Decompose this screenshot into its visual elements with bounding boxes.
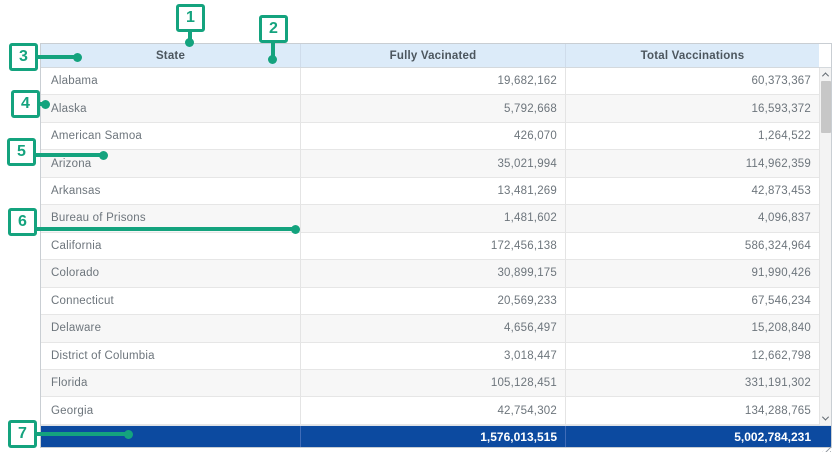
header-scrollbar-spacer bbox=[819, 44, 831, 67]
scrollbar-thumb[interactable] bbox=[821, 81, 831, 133]
state-cell: American Samoa bbox=[41, 123, 301, 150]
fully-vaccinated-cell: 42,754,302 bbox=[301, 397, 566, 424]
table-row[interactable]: Arkansas 13,481,269 42,873,453 bbox=[41, 178, 819, 205]
table-row[interactable]: Connecticut 20,569,233 67,546,234 bbox=[41, 288, 819, 315]
table-body-wrap: Alabama 19,682,162 60,373,367 Alaska 5,7… bbox=[41, 68, 831, 425]
chevron-down-icon bbox=[822, 414, 829, 421]
total-vaccinations-cell: 91,990,426 bbox=[566, 260, 819, 287]
fully-vaccinated-cell: 1,481,602 bbox=[301, 205, 566, 232]
state-cell: Alabama bbox=[41, 68, 301, 95]
column-header-total-vaccinations[interactable]: Total Vaccinations bbox=[566, 44, 819, 67]
table-row[interactable]: Georgia 42,754,302 134,288,765 bbox=[41, 397, 819, 424]
total-vaccinations-cell: 114,962,359 bbox=[566, 150, 819, 177]
total-vaccinations-cell: 586,324,964 bbox=[566, 233, 819, 260]
total-vaccinations-cell: 331,191,302 bbox=[566, 370, 819, 397]
annotation-callout-5: 5 bbox=[7, 138, 36, 166]
fully-vaccinated-cell: 20,569,233 bbox=[301, 288, 566, 315]
table-row[interactable]: Colorado 30,899,175 91,990,426 bbox=[41, 260, 819, 287]
scroll-down-button[interactable] bbox=[820, 412, 832, 425]
table-row[interactable]: Delaware 4,656,497 15,208,840 bbox=[41, 315, 819, 342]
annotation-callout-3: 3 bbox=[9, 43, 38, 71]
table-row[interactable]: Arizona 35,021,994 114,962,359 bbox=[41, 150, 819, 177]
annotation-callout-1: 1 bbox=[176, 4, 205, 32]
table-body: Alabama 19,682,162 60,373,367 Alaska 5,7… bbox=[41, 68, 819, 425]
column-header-state[interactable]: State bbox=[41, 44, 301, 67]
state-cell: Arkansas bbox=[41, 178, 301, 205]
annotation-callout-6: 6 bbox=[8, 208, 37, 236]
state-cell: Connecticut bbox=[41, 288, 301, 315]
state-cell: Alaska bbox=[41, 95, 301, 122]
summary-total-vaccinations-total: 5,002,784,231 bbox=[566, 426, 819, 447]
fully-vaccinated-cell: 172,456,138 bbox=[301, 233, 566, 260]
total-vaccinations-cell: 12,662,798 bbox=[566, 343, 819, 370]
fully-vaccinated-cell: 35,021,994 bbox=[301, 150, 566, 177]
fully-vaccinated-cell: 3,018,447 bbox=[301, 343, 566, 370]
total-vaccinations-cell: 67,546,234 bbox=[566, 288, 819, 315]
column-header-fully-vaccinated[interactable]: Fully Vacinated bbox=[301, 44, 566, 67]
state-cell: Florida bbox=[41, 370, 301, 397]
vertical-scrollbar[interactable] bbox=[819, 68, 831, 425]
table-row[interactable]: American Samoa 426,070 1,264,522 bbox=[41, 123, 819, 150]
fully-vaccinated-cell: 105,128,451 bbox=[301, 370, 566, 397]
summary-fully-vaccinated-total: 1,576,013,515 bbox=[301, 426, 566, 447]
total-vaccinations-cell: 15,208,840 bbox=[566, 315, 819, 342]
state-cell: District of Columbia bbox=[41, 343, 301, 370]
table-row[interactable]: Alaska 5,792,668 16,593,372 bbox=[41, 95, 819, 122]
annotation-callout-4: 4 bbox=[11, 90, 40, 118]
annotation-callout-2: 2 bbox=[259, 15, 288, 43]
chevron-up-icon bbox=[822, 72, 829, 79]
state-cell: Delaware bbox=[41, 315, 301, 342]
total-vaccinations-cell: 16,593,372 bbox=[566, 95, 819, 122]
scroll-up-button[interactable] bbox=[820, 68, 832, 81]
state-cell: Georgia bbox=[41, 397, 301, 424]
total-vaccinations-cell: 42,873,453 bbox=[566, 178, 819, 205]
vaccination-table: State Fully Vacinated Total Vaccinations… bbox=[40, 43, 832, 448]
fully-vaccinated-cell: 13,481,269 bbox=[301, 178, 566, 205]
fully-vaccinated-cell: 19,682,162 bbox=[301, 68, 566, 95]
fully-vaccinated-cell: 4,656,497 bbox=[301, 315, 566, 342]
fully-vaccinated-cell: 5,792,668 bbox=[301, 95, 566, 122]
table-row[interactable]: Florida 105,128,451 331,191,302 bbox=[41, 370, 819, 397]
summary-state-cell bbox=[41, 426, 301, 447]
table-row[interactable]: District of Columbia 3,018,447 12,662,79… bbox=[41, 343, 819, 370]
total-vaccinations-cell: 4,096,837 bbox=[566, 205, 819, 232]
table-summary-row: 1,576,013,515 5,002,784,231 bbox=[41, 425, 831, 447]
summary-scrollbar-spacer bbox=[819, 426, 831, 447]
state-cell: Arizona bbox=[41, 150, 301, 177]
fully-vaccinated-cell: 426,070 bbox=[301, 123, 566, 150]
screenshot-canvas: State Fully Vacinated Total Vaccinations… bbox=[0, 0, 833, 453]
total-vaccinations-cell: 60,373,367 bbox=[566, 68, 819, 95]
state-cell: Bureau of Prisons bbox=[41, 205, 301, 232]
total-vaccinations-cell: 134,288,765 bbox=[566, 397, 819, 424]
total-vaccinations-cell: 1,264,522 bbox=[566, 123, 819, 150]
fully-vaccinated-cell: 30,899,175 bbox=[301, 260, 566, 287]
table-row[interactable]: California 172,456,138 586,324,964 bbox=[41, 233, 819, 260]
annotation-connector-1 bbox=[188, 31, 192, 41]
annotation-callout-7: 7 bbox=[8, 420, 37, 448]
scrollbar-track[interactable] bbox=[820, 133, 832, 412]
table-header-row: State Fully Vacinated Total Vaccinations bbox=[41, 44, 831, 68]
table-row[interactable]: Alabama 19,682,162 60,373,367 bbox=[41, 68, 819, 95]
table-row[interactable]: Bureau of Prisons 1,481,602 4,096,837 bbox=[41, 205, 819, 232]
state-cell: Colorado bbox=[41, 260, 301, 287]
state-cell: California bbox=[41, 233, 301, 260]
